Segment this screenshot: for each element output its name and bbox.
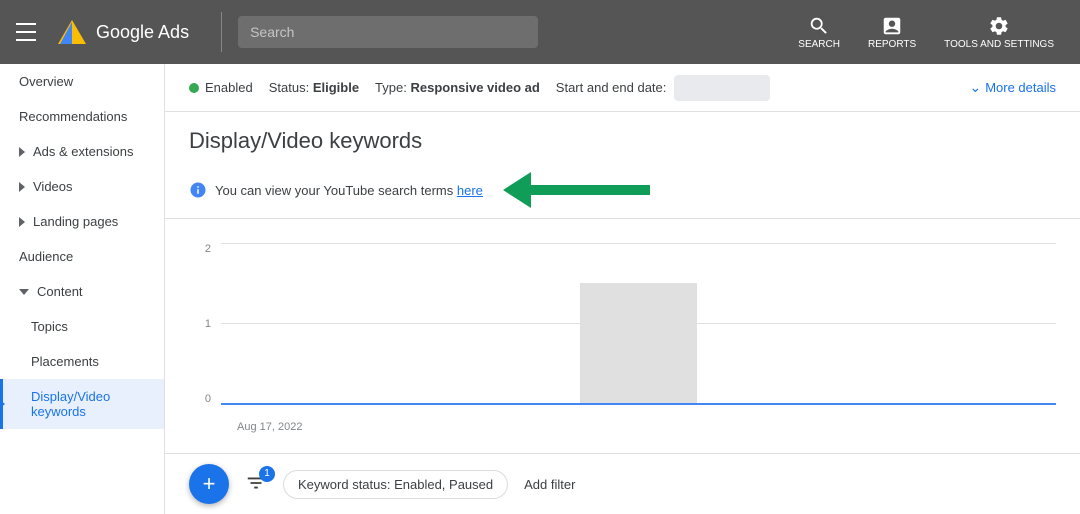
arrow-head: [503, 172, 531, 208]
fab-add-button[interactable]: +: [189, 464, 229, 504]
chart-bar: [580, 283, 697, 403]
header-actions: SEARCH REPORTS TOOLS AND SETTINGS: [788, 11, 1064, 54]
filter-badge: 1: [259, 466, 275, 482]
add-filter-label: Add filter: [524, 477, 575, 492]
sidebar-item-recommendations[interactable]: Recommendations: [0, 99, 164, 134]
filter-bar: + 1 Keyword status: Enabled, Paused Add …: [165, 453, 1080, 514]
sidebar: Overview Recommendations Ads & extension…: [0, 64, 165, 514]
chart-area: 2 1 0 Aug 17, 2022: [165, 219, 1080, 453]
arrow-shaft: [530, 185, 650, 195]
header-divider: [221, 12, 222, 52]
sidebar-item-audience[interactable]: Audience: [0, 239, 164, 274]
sidebar-item-label: Topics: [31, 319, 68, 334]
enabled-status: Enabled: [189, 80, 253, 95]
reports-button[interactable]: REPORTS: [858, 11, 926, 54]
search-nav-button[interactable]: SEARCH: [788, 11, 850, 54]
chart-container: 2 1 0 Aug 17, 2022: [189, 235, 1056, 437]
search-label: SEARCH: [798, 39, 840, 50]
y-label-0: 0: [189, 393, 211, 405]
y-axis: 2 1 0: [189, 243, 211, 405]
sidebar-item-display-video-keywords[interactable]: Display/Video keywords: [0, 379, 164, 429]
info-link[interactable]: here: [457, 183, 483, 198]
type-value: Responsive video ad: [410, 80, 539, 95]
sidebar-item-label: Videos: [33, 179, 73, 194]
header-search-input[interactable]: [238, 16, 538, 48]
sidebar-item-label: Ads & extensions: [33, 144, 133, 159]
sidebar-item-ads-extensions[interactable]: Ads & extensions: [0, 134, 164, 169]
tools-settings-button[interactable]: TOOLS AND SETTINGS: [934, 11, 1064, 54]
green-arrow-indicator: [503, 172, 650, 208]
info-icon: [189, 181, 207, 199]
more-details-label: More details: [985, 80, 1056, 95]
filter-chip-label: Keyword status: Enabled, Paused: [298, 477, 493, 492]
status-value: Eligible: [313, 80, 359, 95]
status-label: Status: Eligible: [269, 80, 359, 95]
page-title: Display/Video keywords: [189, 128, 1056, 154]
info-text: You can view your YouTube search terms h…: [215, 183, 483, 198]
tools-icon: [988, 15, 1010, 37]
page-title-area: Display/Video keywords: [165, 112, 1080, 162]
active-arrow-indicator: [0, 396, 5, 412]
filter-chip-keyword-status[interactable]: Keyword status: Enabled, Paused: [283, 470, 508, 499]
sidebar-item-label: Content: [37, 284, 83, 299]
sidebar-item-label: Audience: [19, 249, 73, 264]
y-label-2: 2: [189, 243, 211, 255]
search-icon: [808, 15, 830, 37]
date-input[interactable]: [674, 75, 770, 101]
sidebar-item-label: Landing pages: [33, 214, 118, 229]
info-bar: You can view your YouTube search terms h…: [165, 162, 1080, 219]
x-label: Aug 17, 2022: [237, 421, 302, 433]
reports-icon: [881, 15, 903, 37]
y-label-1: 1: [189, 318, 211, 330]
sidebar-item-videos[interactable]: Videos: [0, 169, 164, 204]
grid-line-top: [221, 243, 1056, 244]
sidebar-item-label: Recommendations: [19, 109, 127, 124]
main-layout: Overview Recommendations Ads & extension…: [0, 64, 1080, 514]
sidebar-item-label: Overview: [19, 74, 73, 89]
chart-plot-area: [221, 243, 1056, 405]
enabled-label: Enabled: [205, 80, 253, 95]
main-content: Enabled Status: Eligible Type: Responsiv…: [165, 64, 1080, 514]
more-details-button[interactable]: ⌄ More details: [969, 79, 1056, 96]
header-search-area: [238, 16, 538, 48]
tools-label: TOOLS AND SETTINGS: [944, 39, 1054, 50]
status-bar: Enabled Status: Eligible Type: Responsiv…: [165, 64, 1080, 112]
fab-icon: +: [203, 471, 216, 497]
logo: Google Ads: [56, 16, 189, 48]
date-range: Start and end date:: [556, 75, 771, 101]
date-prefix: Start and end date:: [556, 80, 667, 95]
header: Google Ads SEARCH REPORTS TOOLS AND SETT…: [0, 0, 1080, 64]
chevron-down-icon: ⌄: [969, 79, 981, 96]
logo-icon: [56, 16, 88, 48]
sidebar-item-landing-pages[interactable]: Landing pages: [0, 204, 164, 239]
sidebar-item-label: Placements: [31, 354, 99, 369]
sidebar-item-topics[interactable]: Topics: [0, 309, 164, 344]
add-filter-button[interactable]: Add filter: [524, 477, 575, 492]
sidebar-item-placements[interactable]: Placements: [0, 344, 164, 379]
menu-icon[interactable]: [16, 20, 40, 44]
sidebar-item-content[interactable]: Content: [0, 274, 164, 309]
reports-label: REPORTS: [868, 39, 916, 50]
logo-text: Google Ads: [96, 22, 189, 43]
sidebar-item-overview[interactable]: Overview: [0, 64, 164, 99]
enabled-dot: [189, 83, 199, 93]
type-label: Type: Responsive video ad: [375, 80, 540, 95]
filter-icon-wrapper[interactable]: 1: [245, 472, 267, 497]
sidebar-item-label: Display/Video keywords: [31, 389, 148, 419]
